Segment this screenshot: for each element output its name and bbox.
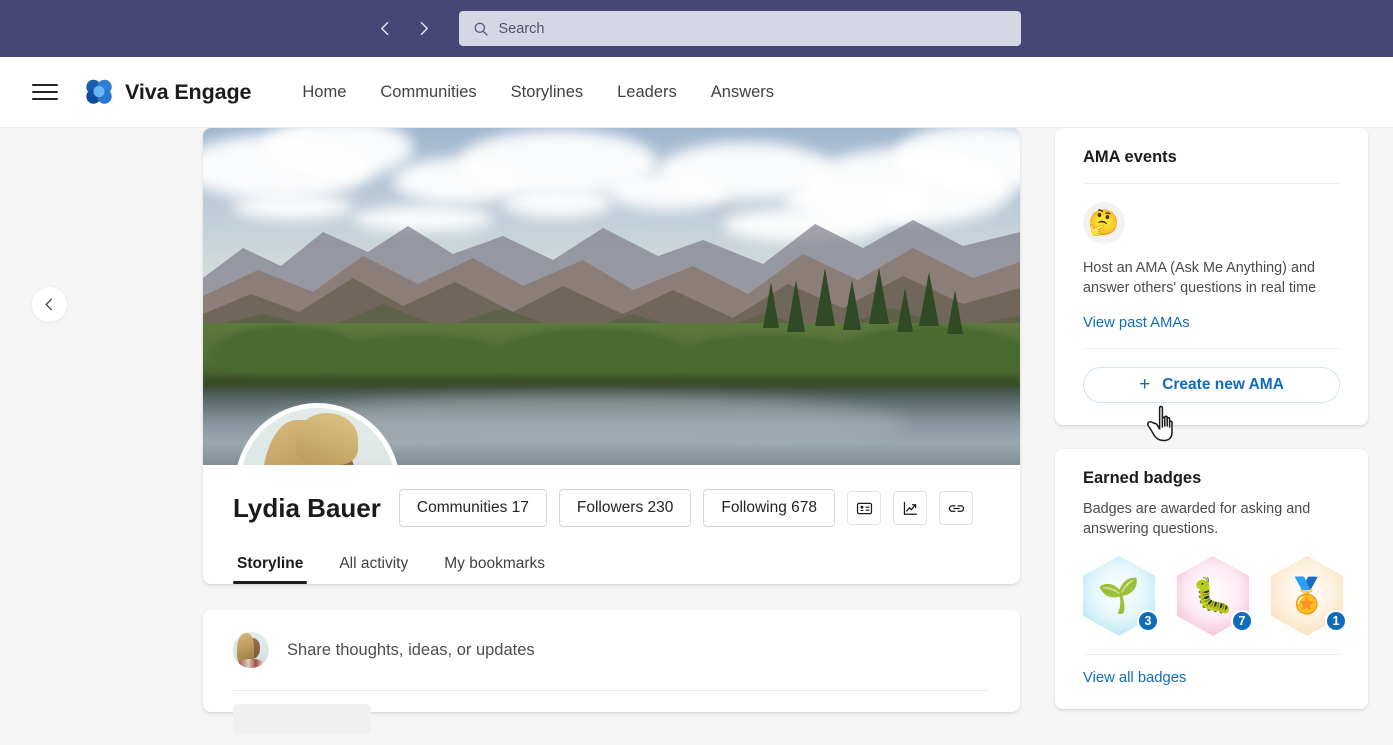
avatar[interactable] bbox=[235, 403, 400, 465]
contact-card-button[interactable] bbox=[847, 491, 881, 525]
search-icon bbox=[473, 21, 489, 37]
chevron-left-icon bbox=[42, 297, 57, 312]
nav-item-storylines[interactable]: Storylines bbox=[494, 75, 600, 110]
sprout-badge[interactable]: 🌱 3 bbox=[1083, 556, 1155, 636]
browser-back-button[interactable] bbox=[373, 16, 399, 42]
ama-events-card: AMA events 🤔 Host an AMA (Ask Me Anythin… bbox=[1055, 128, 1368, 425]
tab-storyline[interactable]: Storyline bbox=[233, 549, 307, 584]
plus-icon: + bbox=[1139, 375, 1150, 394]
composer-divider bbox=[233, 690, 990, 691]
avatar-image bbox=[240, 408, 395, 465]
medal-badge[interactable]: 🏅 1 bbox=[1271, 556, 1343, 636]
search-input[interactable]: Search bbox=[459, 11, 1021, 46]
hamburger-menu-icon[interactable] bbox=[28, 75, 62, 109]
create-new-ama-label: Create new AMA bbox=[1162, 376, 1284, 394]
badges-card-title: Earned badges bbox=[1083, 469, 1340, 488]
caterpillar-badge[interactable]: 🐛 7 bbox=[1177, 556, 1249, 636]
composer-avatar bbox=[233, 632, 269, 668]
create-new-ama-button[interactable]: + Create new AMA bbox=[1083, 367, 1340, 403]
analytics-trend-icon bbox=[902, 500, 919, 517]
nav-item-answers[interactable]: Answers bbox=[694, 75, 791, 110]
view-past-amas-link[interactable]: View past AMAs bbox=[1083, 315, 1190, 331]
thinking-face-emoji: 🤔 bbox=[1083, 202, 1125, 244]
main-navigation: Home Communities Storylines Leaders Answ… bbox=[285, 75, 791, 110]
center-column: Lydia Bauer Communities 17 Followers 230… bbox=[203, 128, 1020, 712]
post-composer: Share thoughts, ideas, or updates bbox=[203, 610, 1020, 712]
analytics-button[interactable] bbox=[893, 491, 927, 525]
ama-description: Host an AMA (Ask Me Anything) and answer… bbox=[1083, 258, 1340, 299]
page-back-button[interactable] bbox=[31, 286, 68, 323]
divider bbox=[1083, 654, 1340, 655]
viva-engage-logo-icon bbox=[84, 77, 114, 107]
stat-following[interactable]: Following 678 bbox=[703, 489, 835, 527]
page-body: Lydia Bauer Communities 17 Followers 230… bbox=[0, 128, 1393, 745]
nav-item-home[interactable]: Home bbox=[285, 75, 363, 110]
badges-list: 🌱 3 🐛 7 🏅 1 bbox=[1083, 556, 1340, 636]
profile-meta: Lydia Bauer Communities 17 Followers 230… bbox=[203, 465, 1020, 584]
profile-tabs: Storyline All activity My bookmarks bbox=[233, 549, 990, 584]
nav-item-leaders[interactable]: Leaders bbox=[600, 75, 694, 110]
brand-logo-link[interactable]: Viva Engage bbox=[84, 77, 251, 107]
stat-communities[interactable]: Communities 17 bbox=[399, 489, 547, 527]
divider bbox=[1083, 348, 1340, 349]
badges-description: Badges are awarded for asking and answer… bbox=[1083, 499, 1340, 540]
nav-arrows bbox=[373, 16, 437, 42]
composer-placeholder[interactable]: Share thoughts, ideas, or updates bbox=[287, 641, 535, 660]
app-header: Viva Engage Home Communities Storylines … bbox=[0, 57, 1393, 128]
sprout-badge-count: 3 bbox=[1137, 610, 1159, 632]
profile-name: Lydia Bauer bbox=[233, 493, 381, 524]
caterpillar-badge-count: 7 bbox=[1231, 610, 1253, 632]
earned-badges-card: Earned badges Badges are awarded for ask… bbox=[1055, 449, 1368, 709]
chevron-left-icon bbox=[377, 20, 394, 37]
browser-forward-button[interactable] bbox=[411, 16, 437, 42]
contact-card-icon bbox=[856, 500, 873, 517]
composer-action-button[interactable] bbox=[233, 704, 371, 734]
cover-photo[interactable] bbox=[203, 128, 1020, 465]
stat-followers[interactable]: Followers 230 bbox=[559, 489, 692, 527]
divider bbox=[1083, 183, 1340, 184]
profile-card: Lydia Bauer Communities 17 Followers 230… bbox=[203, 128, 1020, 584]
link-icon bbox=[948, 500, 965, 517]
brand-name: Viva Engage bbox=[125, 80, 251, 105]
top-purple-bar: Search bbox=[0, 0, 1393, 57]
search-placeholder: Search bbox=[499, 21, 545, 37]
chevron-right-icon bbox=[415, 20, 432, 37]
view-all-badges-link[interactable]: View all badges bbox=[1083, 670, 1186, 686]
tab-all-activity[interactable]: All activity bbox=[335, 549, 412, 584]
right-sidebar: AMA events 🤔 Host an AMA (Ask Me Anythin… bbox=[1055, 128, 1368, 709]
copy-link-button[interactable] bbox=[939, 491, 973, 525]
tab-my-bookmarks[interactable]: My bookmarks bbox=[440, 549, 549, 584]
nav-item-communities[interactable]: Communities bbox=[363, 75, 493, 110]
name-and-stats-row: Lydia Bauer Communities 17 Followers 230… bbox=[233, 489, 990, 527]
composer-row: Share thoughts, ideas, or updates bbox=[233, 632, 990, 668]
ama-card-title: AMA events bbox=[1083, 148, 1340, 167]
medal-badge-count: 1 bbox=[1325, 610, 1347, 632]
